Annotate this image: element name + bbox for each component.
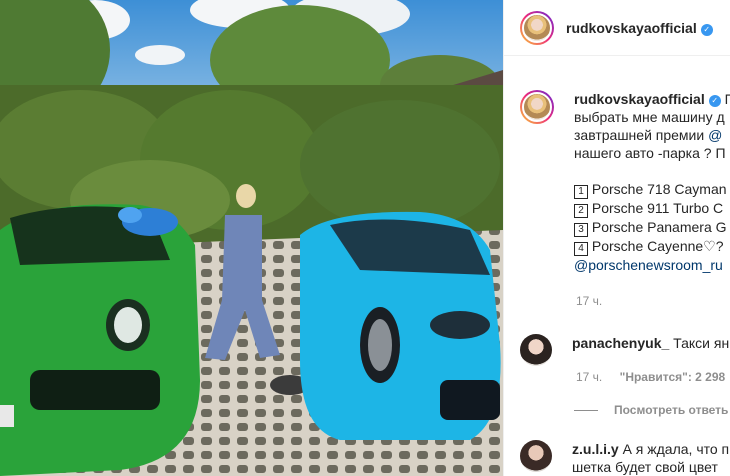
caption: rudkovskayaofficial✓ П выбрать мне машин… [520,90,730,274]
commenter-username[interactable]: panachenyuk_ [572,335,669,351]
verified-badge-icon: ✓ [708,95,721,107]
caption-username[interactable]: rudkovskayaofficial [574,91,705,107]
comment-body: Такси ян [673,335,730,351]
keycap-3-icon: 3 [574,223,588,237]
post-video[interactable] [0,0,503,476]
comment-body: А я ждала, что п [622,441,730,457]
post-side-panel: rudkovskayaofficial ✓ rudkovskayaofficial… [503,0,730,476]
caption-text: rudkovskayaofficial✓ П выбрать мне машин… [574,90,730,274]
caption-line-2: завтрашней премии [574,127,705,143]
caption-mention-partial[interactable]: @ [708,127,722,143]
caption-list-item: 1 Porsche 718 Cayman [574,180,730,199]
view-replies-label: Посмотреть ответь [614,403,729,417]
keycap-2-icon: 2 [574,204,588,218]
caption-list-item: 2 Porsche 911 Turbo C [574,199,730,218]
comment-body-line-2: шетка будет свой цвет [572,459,718,475]
commenter-username[interactable]: z.u.l.i.y [572,441,619,457]
post-header: rudkovskayaofficial ✓ [504,0,730,56]
commenter-avatar[interactable] [520,440,552,472]
caption-mention-link[interactable]: @porschenewsroom_ru [574,256,730,274]
caption-list-text: Porsche Panamera G [591,219,727,235]
commenter-avatar[interactable] [520,334,552,366]
video-frame [0,0,503,476]
comment-text: z.u.l.i.y А я ждала, что п шетка будет с… [572,440,729,476]
view-replies-button[interactable]: Посмотреть ответь [574,403,728,417]
caption-list-item: 4 Porsche Cayenne♡? [574,237,730,256]
keycap-1-icon: 1 [574,185,588,199]
caption-list-text: Porsche 718 Cayman [591,181,727,197]
verified-badge-icon: ✓ [700,23,713,36]
comment-likes[interactable]: "Нравится": 2 298 [620,370,726,384]
caption-list-text: Porsche Cayenne♡? [591,238,724,254]
comment-meta: 17 ч. "Нравится": 2 298 [576,370,725,384]
keycap-4-icon: 4 [574,242,588,256]
caption-avatar[interactable] [520,90,554,124]
comment-text: panachenyuk_ Такси ян [572,334,729,366]
author-username[interactable]: rudkovskayaofficial ✓ [566,20,713,36]
caption-list-text: Porsche 911 Turbo C [591,200,724,216]
caption-list-item: 3 Porsche Panamera G [574,218,730,237]
comment-timestamp[interactable]: 17 ч. [576,370,602,384]
caption-line-0: П [725,91,730,107]
caption-timestamp[interactable]: 17 ч. [576,294,602,308]
comment-item: panachenyuk_ Такси ян [520,334,729,366]
comment-item: z.u.l.i.y А я ждала, что п шетка будет с… [520,440,729,476]
caption-line-1: выбрать мне машину д [574,109,725,125]
author-avatar[interactable] [520,10,554,45]
replies-divider [574,409,598,411]
caption-line-3: нашего авто -парка ? П [574,145,726,161]
